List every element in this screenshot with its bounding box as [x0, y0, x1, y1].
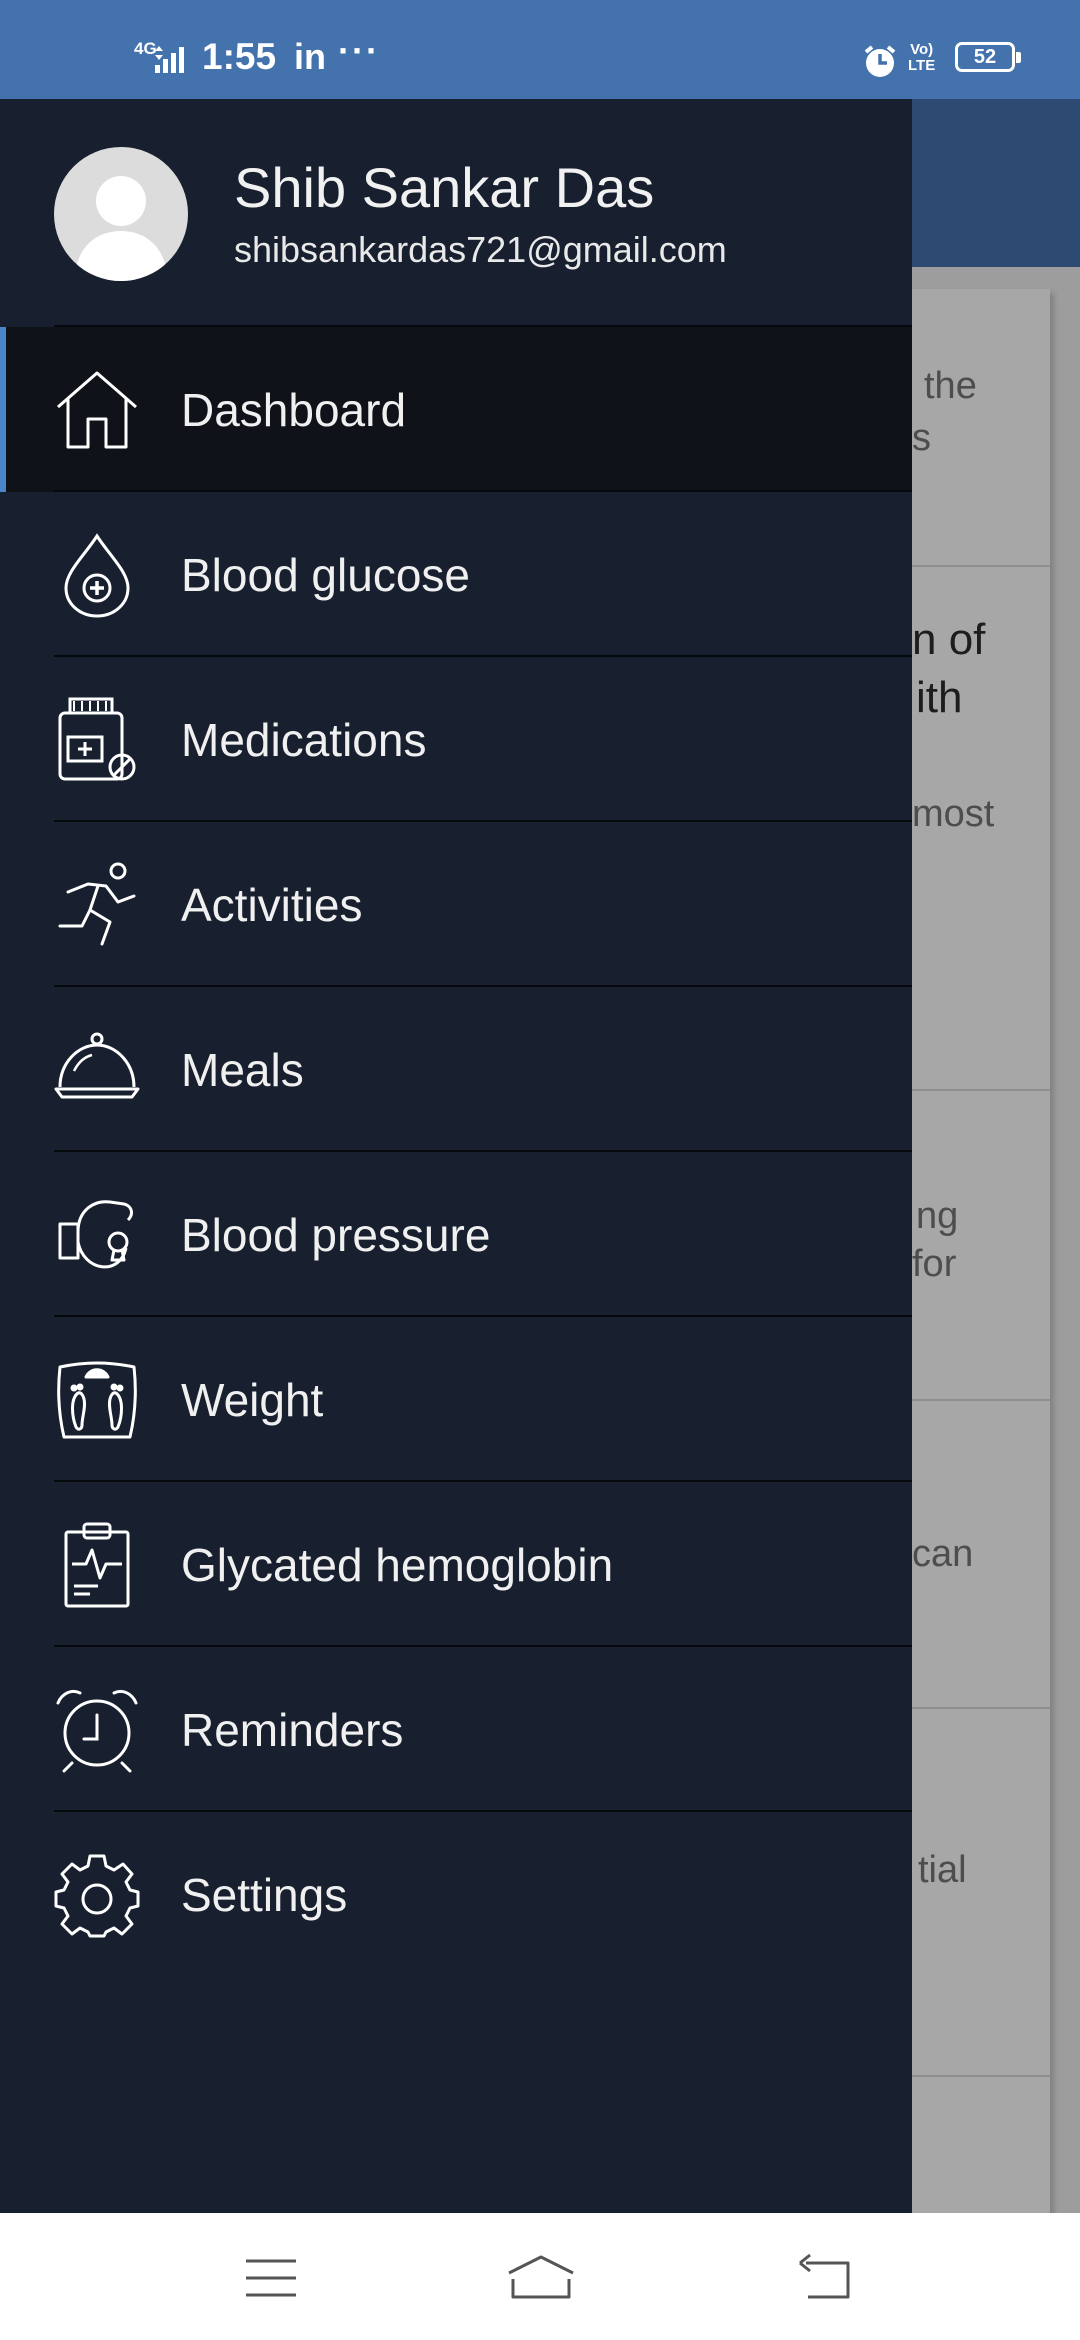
menu-item-reminders[interactable]: Reminders	[0, 1647, 912, 1812]
menu-item-medications[interactable]: Medications	[0, 657, 912, 822]
menu-label: Settings	[181, 1869, 348, 1921]
menu-label: Reminders	[181, 1704, 404, 1756]
status-bar: 4G 1:55 in ··· Vo) LTE 52	[0, 0, 1080, 99]
medicine-bottle-icon	[54, 697, 140, 783]
menu-label: Meals	[181, 1044, 304, 1096]
weighing-scale-icon	[54, 1357, 140, 1443]
home-icon[interactable]	[505, 2253, 577, 2303]
gear-icon	[54, 1852, 140, 1938]
background-text: s	[912, 417, 931, 459]
menu-item-blood-pressure[interactable]: Blood pressure	[0, 1152, 912, 1317]
menu-label: Dashboard	[181, 384, 407, 436]
navigation-drawer: Shib Sankar Das shibsankardas721@gmail.c…	[0, 99, 912, 2213]
background-text: n of	[912, 615, 986, 664]
back-icon[interactable]	[796, 2253, 856, 2303]
menu-label: Glycated hemoglobin	[181, 1539, 614, 1591]
card-divider	[890, 1707, 1050, 1709]
menu-label: Blood glucose	[181, 549, 470, 601]
menu-item-activities[interactable]: Activities	[0, 822, 912, 987]
system-nav-bar	[0, 2213, 1080, 2340]
menu-label: Medications	[181, 714, 427, 766]
menu-item-settings[interactable]: Settings	[0, 1812, 912, 1977]
background-text: most	[912, 793, 995, 835]
background-text: tial	[918, 1849, 967, 1891]
alarm-clock-icon	[54, 1687, 140, 1773]
signal-icon	[155, 46, 184, 73]
avatar[interactable]	[54, 147, 188, 281]
background-text: can	[912, 1533, 974, 1575]
volte-indicator: Vo) LTE	[908, 41, 936, 74]
battery-indicator: 52	[955, 42, 1021, 72]
meal-cloche-icon	[54, 1027, 140, 1113]
blood-drop-icon	[54, 532, 140, 618]
card-divider	[890, 565, 1050, 567]
linkedin-notification-icon: in	[294, 36, 326, 77]
clipboard-pulse-icon	[54, 1522, 140, 1608]
menu-label: Blood pressure	[181, 1209, 491, 1261]
menu-icon[interactable]	[242, 2253, 302, 2303]
card-divider	[890, 1399, 1050, 1401]
alarm-icon	[864, 45, 896, 77]
menu-item-dashboard[interactable]: Dashboard	[0, 325, 912, 492]
menu-label: Weight	[181, 1374, 324, 1426]
menu-label: Activities	[181, 879, 363, 931]
menu-item-weight[interactable]: Weight	[0, 1317, 912, 1482]
blood-pressure-icon	[54, 1192, 140, 1278]
card-divider	[890, 1089, 1050, 1091]
menu-item-meals[interactable]: Meals	[0, 987, 912, 1152]
card-divider	[890, 2075, 1050, 2077]
divider	[54, 325, 912, 327]
menu-item-glycated-hemoglobin[interactable]: Glycated hemoglobin	[0, 1482, 912, 1647]
user-email: shibsankardas721@gmail.com	[234, 229, 727, 270]
background-text: the	[924, 365, 977, 407]
home-icon	[54, 367, 140, 453]
drawer-menu: Dashboard Blood glucose Medications Acti…	[0, 325, 912, 1977]
user-name: Shib Sankar Das	[234, 156, 655, 219]
background-text: ith	[916, 673, 963, 722]
more-notifications: ···	[338, 30, 380, 71]
menu-item-blood-glucose[interactable]: Blood glucose	[0, 492, 912, 657]
network-type: 4G	[134, 39, 157, 58]
background-text: ng	[916, 1195, 959, 1237]
background-text: for	[912, 1243, 957, 1285]
running-person-icon	[54, 862, 140, 948]
user-placeholder-icon	[74, 176, 168, 281]
clock: 1:55	[202, 36, 277, 77]
